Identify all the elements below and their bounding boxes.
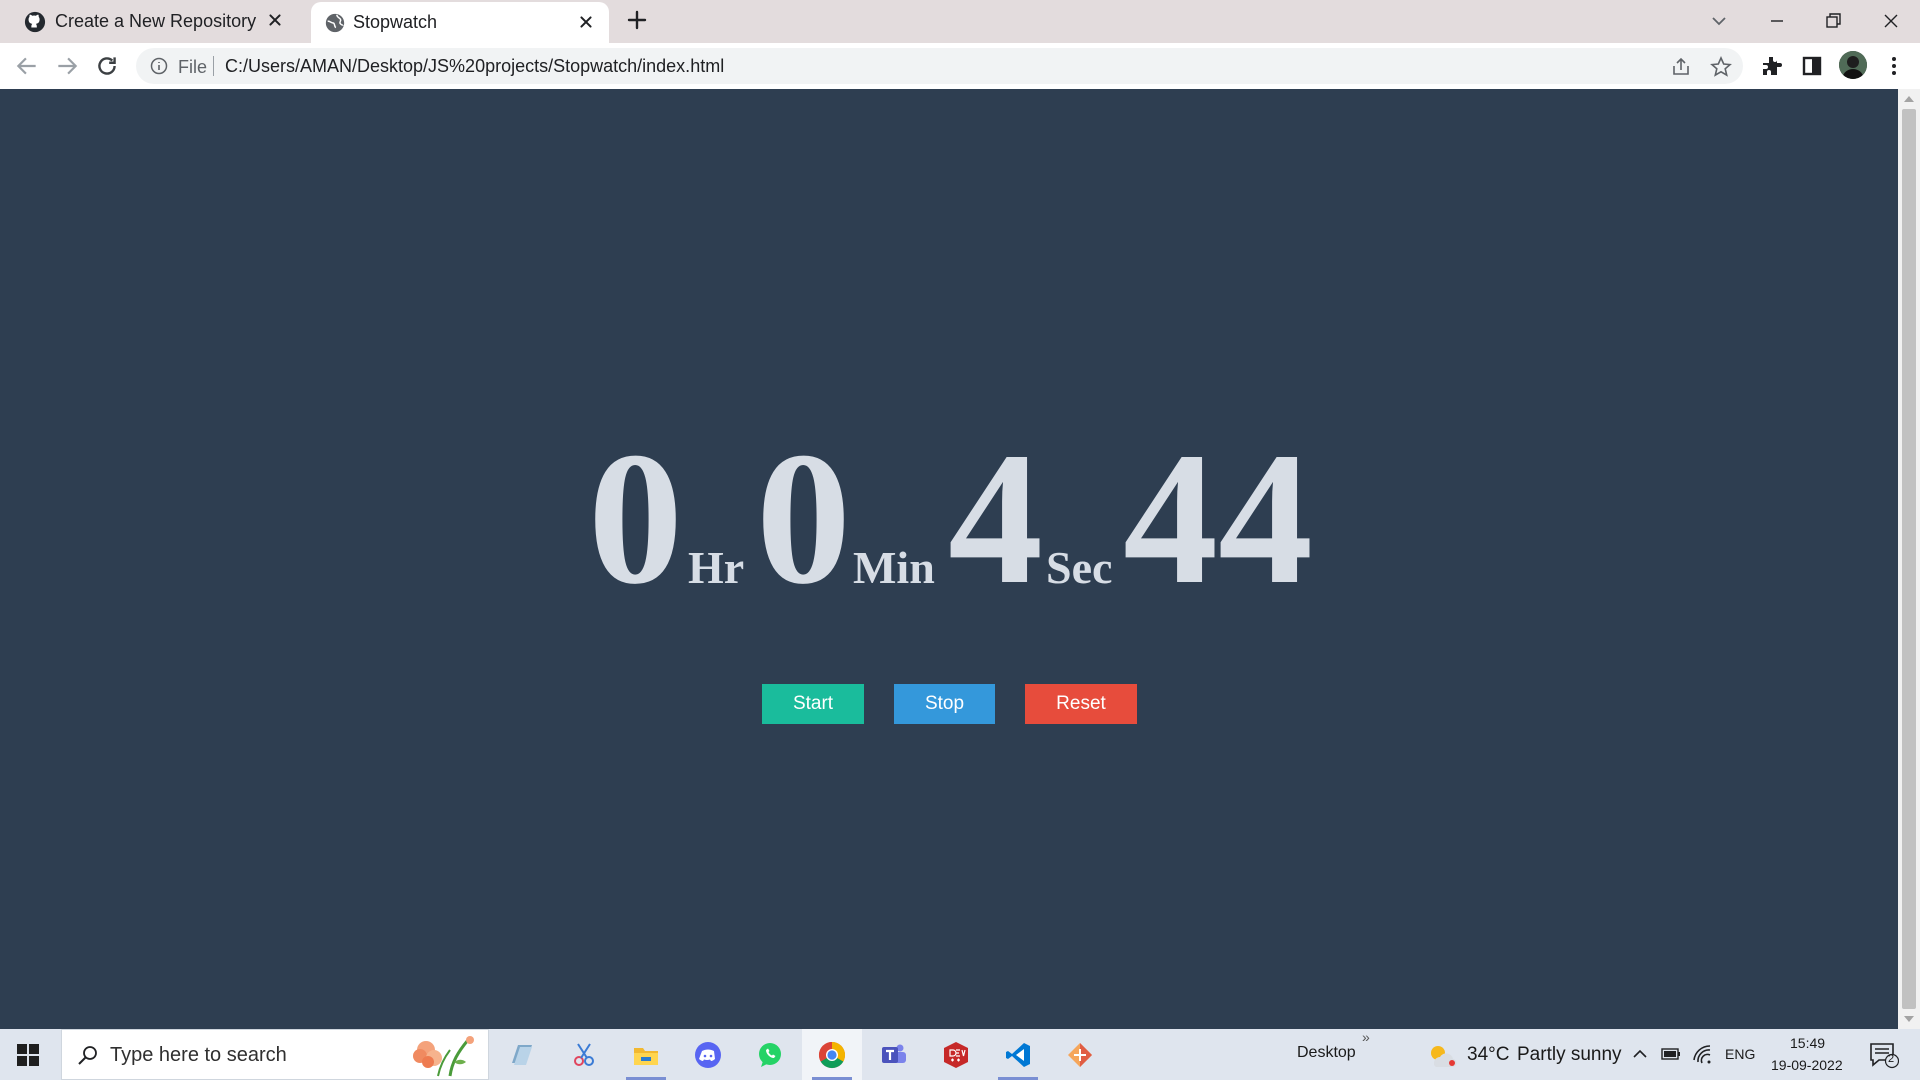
close-tab-icon[interactable]: [264, 9, 286, 31]
seconds-value: 4: [948, 414, 1043, 624]
vscode-icon: [1006, 1043, 1030, 1067]
scheme-label: File: [178, 57, 208, 77]
toolbar-expand-icon[interactable]: »: [1362, 1029, 1370, 1045]
files-icon: [512, 1045, 532, 1065]
tab-title: Create a New Repository: [55, 11, 257, 31]
devcpp-icon: [944, 1042, 968, 1068]
reload-icon[interactable]: [94, 53, 120, 79]
wifi-icon[interactable]: [1692, 1044, 1712, 1064]
scroll-down-icon[interactable]: [1903, 1015, 1915, 1023]
close-window-icon[interactable]: [1876, 6, 1906, 36]
windows-taskbar: Type here to search Desktop » 34°C Partl…: [0, 1029, 1920, 1080]
clock-time[interactable]: 15:49: [1790, 1035, 1825, 1051]
taskbar-app-snipping-tool[interactable]: [554, 1029, 614, 1080]
weather-condition[interactable]: Partly sunny: [1517, 1044, 1622, 1066]
profile-avatar[interactable]: [1839, 51, 1867, 79]
close-tab-icon[interactable]: [575, 11, 597, 33]
taskbar-app-chrome[interactable]: [802, 1029, 862, 1080]
seconds-unit: Sec: [1046, 542, 1113, 593]
profile-photo-icon: [1839, 51, 1867, 79]
scroll-up-icon[interactable]: [1903, 95, 1915, 103]
taskbar-app-vscode[interactable]: [988, 1029, 1048, 1080]
page-content: 0 Hr 0 Min 4 Sec 44 Start Stop Reset: [0, 89, 1898, 1029]
hours-value: 0: [588, 414, 683, 624]
taskbar-search-box[interactable]: Type here to search: [61, 1029, 489, 1080]
hours-unit: Hr: [688, 542, 745, 593]
desktop-toolbar-label[interactable]: Desktop: [1297, 1044, 1356, 1062]
restore-icon[interactable]: [1818, 6, 1848, 36]
taskbar-app-git[interactable]: [1050, 1029, 1110, 1080]
search-icon: [78, 1046, 97, 1065]
stopwatch-display: 0 Hr 0 Min 4 Sec 44: [588, 414, 1313, 624]
tab-search-icon[interactable]: [1704, 6, 1734, 36]
snipping-tool-icon: [574, 1043, 594, 1066]
file-explorer-icon: [634, 1048, 658, 1065]
tab-strip: Create a New Repository Stopwatch: [0, 0, 1920, 43]
search-placeholder: Type here to search: [110, 1044, 287, 1066]
address-bar[interactable]: File C:/Users/AMAN/Desktop/JS%20projects…: [136, 48, 1743, 84]
notification-center-icon[interactable]: [1869, 1041, 1899, 1069]
teams-icon: [882, 1044, 906, 1063]
tab-title: Stopwatch: [353, 12, 438, 32]
weather-temperature[interactable]: 34°C: [1467, 1044, 1509, 1066]
notification-count: 2: [1888, 1053, 1895, 1065]
taskbar-app-discord[interactable]: [678, 1029, 738, 1080]
tab-create-repository[interactable]: Create a New Repository: [0, 0, 306, 43]
flower-illustration-icon: [413, 1036, 474, 1077]
battery-icon[interactable]: [1660, 1044, 1682, 1064]
centiseconds-value: 44: [1123, 414, 1313, 624]
reset-button[interactable]: Reset: [1025, 684, 1137, 724]
forward-icon[interactable]: [54, 53, 80, 79]
minutes-value: 0: [756, 414, 851, 624]
bookmark-star-icon[interactable]: [1710, 56, 1732, 78]
minutes-unit: Min: [853, 542, 935, 593]
taskbar-app-teams[interactable]: [864, 1029, 924, 1080]
start-button[interactable]: Start: [762, 684, 864, 724]
clock-date[interactable]: 19-09-2022: [1771, 1057, 1843, 1073]
share-icon[interactable]: [1670, 56, 1692, 78]
url-text[interactable]: C:/Users/AMAN/Desktop/JS%20projects/Stop…: [225, 56, 724, 77]
chrome-icon: [818, 1041, 846, 1069]
side-panel-icon[interactable]: [1800, 54, 1824, 78]
taskbar-app-files[interactable]: [492, 1029, 552, 1080]
weather-partly-sunny-icon[interactable]: [1426, 1041, 1458, 1069]
vertical-scrollbar[interactable]: [1898, 89, 1920, 1029]
windows-start-icon[interactable]: [16, 1043, 40, 1067]
back-icon[interactable]: [14, 53, 40, 79]
info-icon[interactable]: [150, 57, 168, 75]
browser-toolbar: File C:/Users/AMAN/Desktop/JS%20projects…: [0, 43, 1920, 90]
more-menu-icon[interactable]: [1882, 54, 1906, 78]
omnibox-divider: [213, 56, 214, 76]
scroll-thumb[interactable]: [1902, 109, 1916, 1009]
whatsapp-icon: [759, 1043, 781, 1067]
discord-icon: [695, 1042, 721, 1068]
language-indicator[interactable]: ENG: [1725, 1046, 1755, 1062]
github-icon: [24, 11, 46, 33]
stop-button[interactable]: Stop: [894, 684, 995, 724]
taskbar-app-devcpp[interactable]: [926, 1029, 986, 1080]
show-hidden-icons-icon[interactable]: [1632, 1046, 1648, 1062]
taskbar-app-whatsapp[interactable]: [740, 1029, 800, 1080]
extensions-icon[interactable]: [1760, 54, 1784, 78]
tab-stopwatch[interactable]: Stopwatch: [311, 2, 609, 43]
git-icon: [1068, 1043, 1092, 1067]
taskbar-app-file-explorer[interactable]: [616, 1029, 676, 1080]
new-tab-icon[interactable]: [625, 8, 649, 32]
minimize-icon[interactable]: [1762, 6, 1792, 36]
globe-icon: [325, 13, 345, 33]
